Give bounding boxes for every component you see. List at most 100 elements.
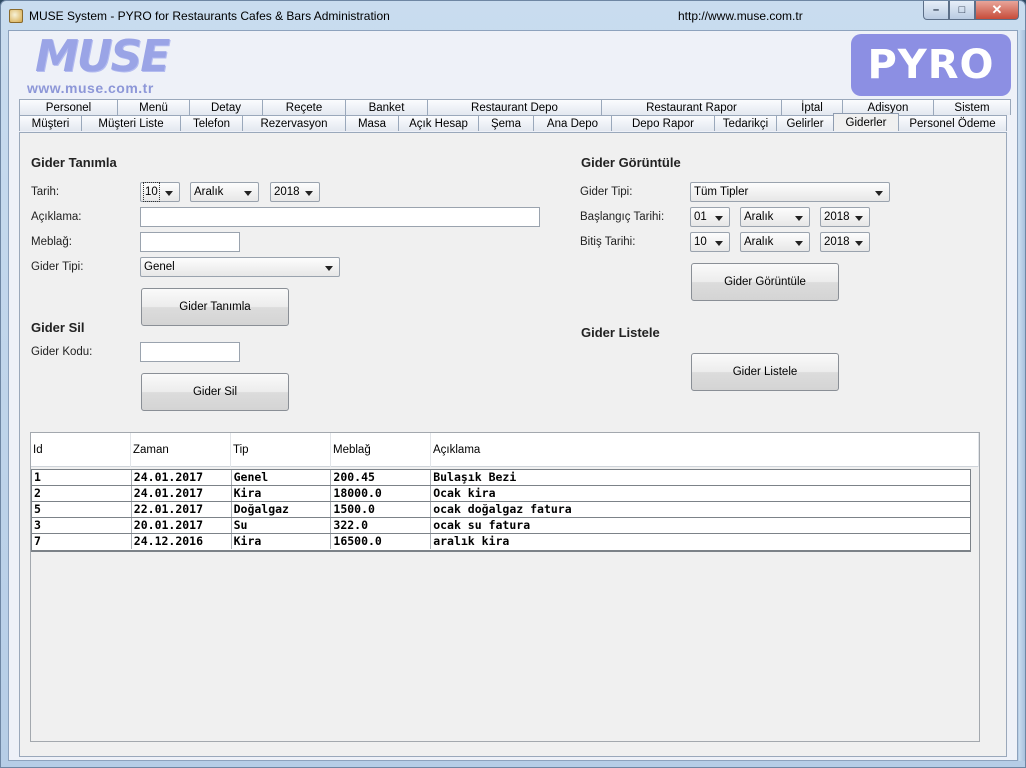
gider-listele-button[interactable]: Gider Listele <box>691 353 839 391</box>
java-app-icon <box>9 9 23 23</box>
muse-logo: MUSE <box>35 31 170 82</box>
gider-sil-button[interactable]: Gider Sil <box>141 373 289 411</box>
goruntule-tipi-select[interactable]: Tüm Tipler <box>690 182 890 202</box>
minimize-button[interactable]: – <box>923 1 949 20</box>
tab-giderler[interactable]: Giderler <box>833 113 899 131</box>
bitis-tarihi-label: Bitiş Tarihi: <box>580 236 636 248</box>
tab-menu[interactable]: Menü <box>117 99 190 115</box>
bitis-day-select[interactable]: 10 <box>690 232 730 252</box>
tab-rezervasyon[interactable]: Rezervasyon <box>242 115 346 131</box>
tarih-day-select[interactable]: 10 <box>140 182 180 202</box>
gider-tanimla-button[interactable]: Gider Tanımla <box>141 288 289 326</box>
gider-listele-title: Gider Listele <box>581 325 660 340</box>
cell-aciklama: Bulaşık Bezi <box>433 470 517 484</box>
table-row[interactable]: 5 22.01.2017 Doğalgaz 1500.0 ocak doğalg… <box>32 502 970 518</box>
cell-meblag: 322.0 <box>331 518 432 533</box>
tab-musteri[interactable]: Müşteri <box>19 115 82 131</box>
tab-telefon[interactable]: Telefon <box>180 115 243 131</box>
tab-row-2: Müşteri Müşteri Liste Telefon Rezervasyo… <box>19 113 1007 131</box>
cell-tip: Genel <box>232 470 332 485</box>
gider-goruntule-button[interactable]: Gider Görüntüle <box>691 263 839 301</box>
column-header-zaman[interactable]: Zaman <box>131 433 231 467</box>
chevron-down-icon <box>165 191 173 196</box>
pyro-logo: PYRO <box>851 34 1011 96</box>
table-row[interactable]: 1 24.01.2017 Genel 200.45 Bulaşık Bezi <box>32 470 970 486</box>
tarih-year-select[interactable]: 2018 <box>270 182 320 202</box>
table-header: Id Zaman Tip Meblağ Açıklama <box>31 433 979 467</box>
baslangic-day-select[interactable]: 01 <box>690 207 730 227</box>
bitis-month-value: Aralık <box>744 236 774 248</box>
cell-id: 1 <box>32 470 132 485</box>
column-header-id[interactable]: Id <box>31 433 131 467</box>
goruntule-tipi-label: Gider Tipi: <box>580 186 633 198</box>
meblag-input[interactable] <box>140 232 240 252</box>
chevron-down-icon <box>325 266 333 271</box>
tab-recete[interactable]: Reçete <box>262 99 346 115</box>
column-header-tip[interactable]: Tip <box>231 433 331 467</box>
maximize-button[interactable]: □ <box>949 1 975 20</box>
gider-sil-title: Gider Sil <box>31 320 85 335</box>
gider-tanimla-title: Gider Tanımla <box>31 155 117 170</box>
tarih-year-value: 2018 <box>274 186 300 198</box>
table-row[interactable]: 3 20.01.2017 Su 322.0 ocak su fatura <box>32 518 970 534</box>
table-row[interactable]: 2 24.01.2017 Kira 18000.0 Ocak kira <box>32 486 970 502</box>
cell-meblag: 18000.0 <box>331 486 432 501</box>
tab-gelirler[interactable]: Gelirler <box>776 115 834 131</box>
tab-sistem[interactable]: Sistem <box>933 99 1011 115</box>
tab-sema[interactable]: Şema <box>478 115 534 131</box>
cell-zaman: 22.01.2017 <box>132 502 232 517</box>
client-area: MUSE www.muse.com.tr PYRO Personel Menü … <box>8 30 1018 761</box>
window-controls: – □ ✕ <box>923 1 1019 20</box>
chevron-down-icon <box>244 191 252 196</box>
tab-acik-hesap[interactable]: Açık Hesap <box>398 115 479 131</box>
column-header-meblag[interactable]: Meblağ <box>331 433 431 467</box>
tab-personel[interactable]: Personel <box>19 99 118 115</box>
cell-zaman: 20.01.2017 <box>132 518 232 533</box>
column-header-aciklama[interactable]: Açıklama <box>431 433 979 467</box>
baslangic-month-value: Aralık <box>744 211 774 223</box>
meblag-label: Meblağ: <box>31 236 72 248</box>
table-body: 1 24.01.2017 Genel 200.45 Bulaşık Bezi 2… <box>31 469 971 552</box>
maximize-icon: □ <box>958 4 966 16</box>
baslangic-month-select[interactable]: Aralık <box>740 207 810 227</box>
baslangic-year-select[interactable]: 2018 <box>820 207 870 227</box>
tab-depo-rapor[interactable]: Depo Rapor <box>611 115 715 131</box>
bitis-year-value: 2018 <box>824 236 850 248</box>
cell-id: 7 <box>32 534 132 549</box>
tarih-label: Tarih: <box>31 186 60 198</box>
cell-zaman: 24.12.2016 <box>132 534 232 549</box>
tab-restaurant-depo[interactable]: Restaurant Depo <box>427 99 602 115</box>
cell-meblag: 1500.0 <box>331 502 432 517</box>
tarih-month-value: Aralık <box>194 186 224 198</box>
bitis-day-value: 10 <box>694 236 707 248</box>
tab-masa[interactable]: Masa <box>345 115 399 131</box>
bitis-month-select[interactable]: Aralık <box>740 232 810 252</box>
cell-aciklama: aralık kira <box>433 534 510 548</box>
tarih-month-select[interactable]: Aralık <box>190 182 259 202</box>
table-row[interactable]: 7 24.12.2016 Kira 16500.0 aralık kira <box>32 534 970 550</box>
close-icon: ✕ <box>991 2 1003 17</box>
cell-tip: Kira <box>232 486 332 501</box>
title-bar[interactable]: MUSE System - PYRO for Restaurants Cafes… <box>1 1 1025 31</box>
tab-banket[interactable]: Banket <box>345 99 428 115</box>
tab-restaurant-rapor[interactable]: Restaurant Rapor <box>601 99 782 115</box>
gider-goruntule-title: Gider Görüntüle <box>581 155 681 170</box>
close-button[interactable]: ✕ <box>975 1 1019 20</box>
gider-tipi-select[interactable]: Genel <box>140 257 340 277</box>
giderler-panel: Gider Tanımla Tarih: 10 Aralık 2018 Açık… <box>19 132 1007 757</box>
tab-tedarikci[interactable]: Tedarikçi <box>714 115 777 131</box>
gider-tipi-label: Gider Tipi: <box>31 261 84 273</box>
gider-kodu-input[interactable] <box>140 342 240 362</box>
cell-meblag: 16500.0 <box>331 534 432 549</box>
tab-musteri-liste[interactable]: Müşteri Liste <box>81 115 181 131</box>
bitis-year-select[interactable]: 2018 <box>820 232 870 252</box>
window-title: MUSE System - PYRO for Restaurants Cafes… <box>29 9 390 23</box>
aciklama-input[interactable] <box>140 207 540 227</box>
baslangic-tarihi-label: Başlangıç Tarihi: <box>580 211 665 223</box>
tab-detay[interactable]: Detay <box>189 99 263 115</box>
gider-table: Id Zaman Tip Meblağ Açıklama 1 24.01.201… <box>30 432 980 742</box>
cell-zaman: 24.01.2017 <box>132 470 232 485</box>
tab-personel-odeme[interactable]: Personel Ödeme <box>898 115 1007 131</box>
tab-ana-depo[interactable]: Ana Depo <box>533 115 612 131</box>
chevron-down-icon <box>855 216 863 221</box>
